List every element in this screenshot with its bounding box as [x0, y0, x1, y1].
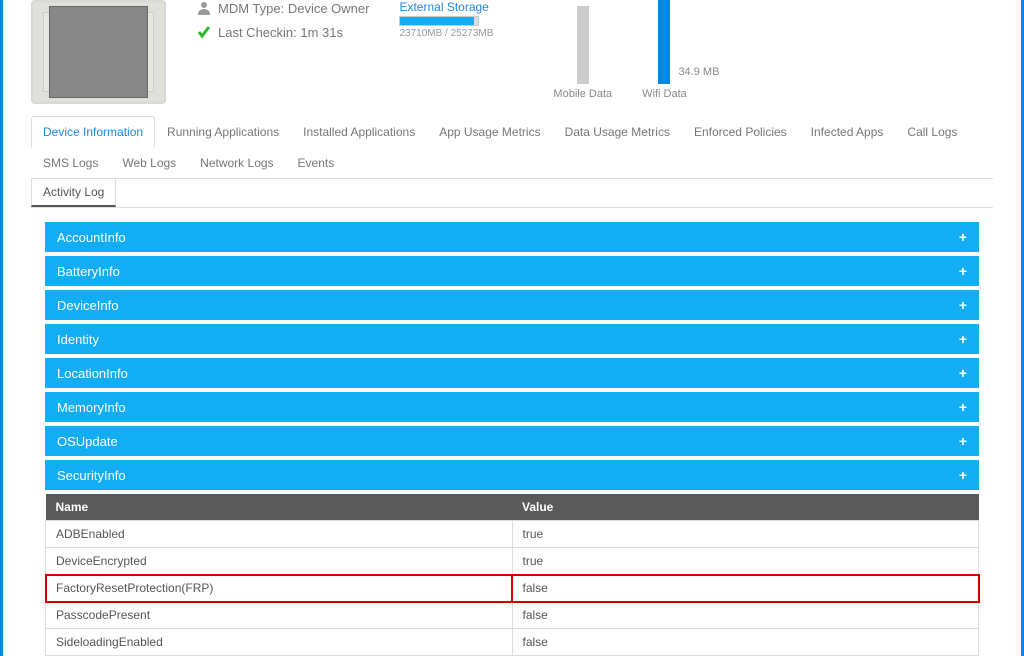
table-cell-name: FactoryResetProtection(FRP)	[46, 575, 513, 602]
accordion-osupdate[interactable]: OSUpdate +	[45, 426, 979, 456]
last-checkin-label: Last Checkin: 1m 31s	[218, 25, 343, 40]
tab-infected-apps[interactable]: Infected Apps	[799, 116, 896, 147]
table-cell-name: ADBEnabled	[46, 521, 513, 548]
plus-icon: +	[959, 433, 967, 449]
wifi-data-bar	[658, 0, 670, 84]
accordion-label: OSUpdate	[57, 434, 118, 449]
tab-device-information[interactable]: Device Information	[31, 116, 155, 148]
table-cell-value: false	[512, 629, 979, 656]
accordion-label: MemoryInfo	[57, 400, 126, 415]
storage-text: 23710MB / 25273MB	[399, 28, 493, 39]
tab-call-logs[interactable]: Call Logs	[895, 116, 969, 147]
accordion-label: DeviceInfo	[57, 298, 118, 313]
tab-app-usage-metrics[interactable]: App Usage Metrics	[427, 116, 552, 147]
table-cell-value: false	[512, 575, 979, 602]
table-row: DeviceEncryptedtrue	[46, 548, 979, 575]
mobile-data-bar	[577, 6, 589, 84]
storage-bar	[399, 16, 479, 26]
accordion-label: Identity	[57, 332, 99, 347]
tab-data-usage-metrics[interactable]: Data Usage Metrics	[553, 116, 682, 147]
accordion-memoryinfo[interactable]: MemoryInfo +	[45, 392, 979, 422]
tab-web-logs[interactable]: Web Logs	[110, 147, 188, 178]
device-image	[31, 0, 166, 104]
accordion-identity[interactable]: Identity +	[45, 324, 979, 354]
plus-icon: +	[959, 331, 967, 347]
accordion-label: LocationInfo	[57, 366, 128, 381]
tab-enforced-policies[interactable]: Enforced Policies	[682, 116, 799, 147]
main-tabs: Device InformationRunning ApplicationsIn…	[31, 116, 993, 179]
accordion-deviceinfo[interactable]: DeviceInfo +	[45, 290, 979, 320]
mobile-data-label: Mobile Data	[553, 88, 612, 100]
plus-icon: +	[959, 365, 967, 381]
table-row: FactoryResetProtection(FRP)false	[46, 575, 979, 602]
tab-events[interactable]: Events	[286, 147, 347, 178]
external-storage-label: External Storage	[399, 0, 493, 14]
table-header-name: Name	[46, 494, 513, 521]
subtab-activity-log[interactable]: Activity Log	[31, 179, 116, 207]
tab-running-applications[interactable]: Running Applications	[155, 116, 291, 147]
accordion-label: SecurityInfo	[57, 468, 126, 483]
table-cell-value: true	[512, 548, 979, 575]
plus-icon: +	[959, 297, 967, 313]
tab-sms-logs[interactable]: SMS Logs	[31, 147, 110, 178]
table-cell-value: false	[512, 602, 979, 629]
accordion-label: AccountInfo	[57, 230, 126, 245]
accordion-batteryinfo[interactable]: BatteryInfo +	[45, 256, 979, 286]
plus-icon: +	[959, 399, 967, 415]
table-row: ADBEnabledtrue	[46, 521, 979, 548]
table-row: SideloadingEnabledfalse	[46, 629, 979, 656]
mdm-type-row: MDM Type: Device Owner	[196, 0, 369, 16]
table-cell-name: PasscodePresent	[46, 602, 513, 629]
plus-icon: +	[959, 263, 967, 279]
tab-network-logs[interactable]: Network Logs	[188, 147, 285, 178]
last-checkin-row: Last Checkin: 1m 31s	[196, 24, 369, 40]
table-cell-name: SideloadingEnabled	[46, 629, 513, 656]
tab-installed-applications[interactable]: Installed Applications	[291, 116, 427, 147]
plus-icon: +	[959, 229, 967, 245]
table-cell-name: DeviceEncrypted	[46, 548, 513, 575]
wifi-data-value: 34.9 MB	[678, 66, 719, 78]
table-cell-value: true	[512, 521, 979, 548]
plus-icon: +	[959, 467, 967, 483]
wifi-data-label: Wifi Data	[642, 88, 687, 100]
accordion-label: BatteryInfo	[57, 264, 120, 279]
check-icon	[196, 24, 212, 40]
accordion-securityinfo[interactable]: SecurityInfo +	[45, 460, 979, 490]
table-header-value: Value	[512, 494, 979, 521]
security-table: Name Value ADBEnabledtrueDeviceEncrypted…	[45, 494, 979, 656]
person-icon	[196, 0, 212, 16]
accordion-accountinfo[interactable]: AccountInfo +	[45, 222, 979, 252]
mdm-type-label: MDM Type: Device Owner	[218, 1, 369, 16]
table-row: PasscodePresentfalse	[46, 602, 979, 629]
accordion-locationinfo[interactable]: LocationInfo +	[45, 358, 979, 388]
